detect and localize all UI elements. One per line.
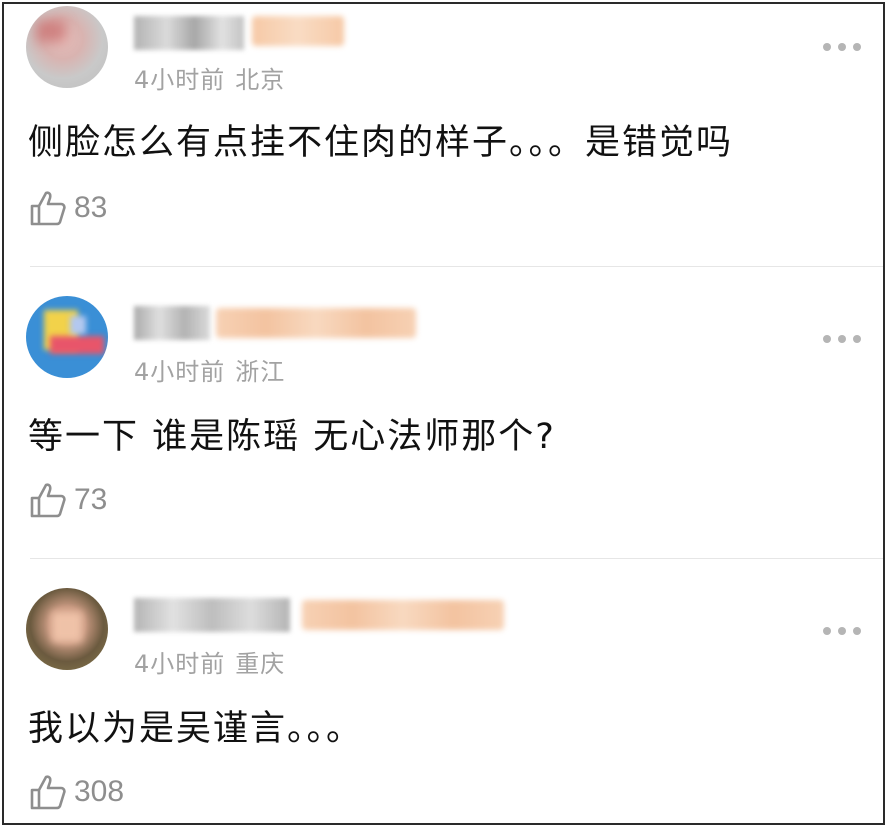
username[interactable] [134,598,290,632]
thumbs-up-icon [30,191,66,226]
comment-meta: 4小时前 北京 [134,60,285,95]
comment-item: 4小时前 浙江 等一下 谁是陈瑶 无心法师那个? 73 [4,266,883,558]
username[interactable] [134,306,210,340]
comment-text: 我以为是吴谨言。。。 [28,709,364,749]
comment-item: 4小时前 北京 侧脸怎么有点挂不住肉的样子。。。是错觉吗 83 [4,4,883,266]
like-count: 308 [74,775,125,808]
like-button[interactable]: 308 [28,772,124,812]
comment-location: 浙江 [235,358,286,386]
avatar[interactable] [26,588,108,670]
comment-location: 北京 [235,66,286,94]
avatar[interactable] [26,296,108,378]
comment-text: 等一下 谁是陈瑶 无心法师那个? [28,417,556,457]
avatar[interactable] [26,6,108,88]
like-button[interactable]: 83 [28,188,107,228]
comment-time: 4小时前 [134,358,226,386]
like-count: 73 [74,483,108,516]
comment-time: 4小时前 [134,650,226,678]
comment-text: 侧脸怎么有点挂不住肉的样子。。。是错觉吗 [28,123,734,163]
thumbs-up-icon [30,483,66,518]
more-options-button[interactable] [823,42,861,52]
comments-panel: 4小时前 北京 侧脸怎么有点挂不住肉的样子。。。是错觉吗 83 4小时前 浙江 等一… [2,2,885,825]
comment-meta: 4小时前 重庆 [134,644,285,679]
like-button[interactable]: 73 [28,480,107,520]
more-options-button[interactable] [823,334,861,344]
user-badge [252,16,344,46]
user-badge [302,600,504,630]
username[interactable] [134,16,244,50]
comment-location: 重庆 [235,650,286,678]
more-options-button[interactable] [823,626,861,636]
user-badge [216,308,416,338]
comment-time: 4小时前 [134,66,226,94]
comment-item: 4小时前 重庆 我以为是吴谨言。。。 308 [4,558,883,823]
like-count: 83 [74,191,108,224]
comment-meta: 4小时前 浙江 [134,352,285,387]
thumbs-up-icon [30,775,66,810]
